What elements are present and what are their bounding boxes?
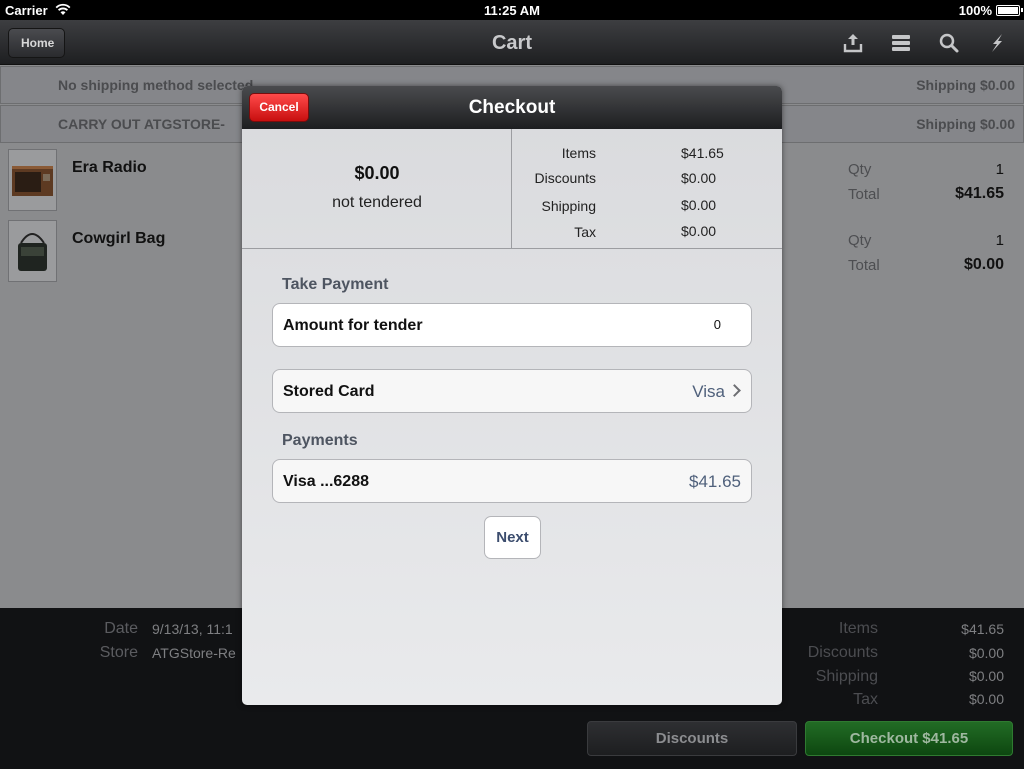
status-time: 11:25 AM (484, 3, 540, 18)
store-value: ATGStore-Re (152, 645, 236, 661)
store-label: Store (99, 644, 138, 661)
carry-out-label: CARRY OUT ATGSTORE- (58, 116, 225, 132)
page-title: Cart (491, 32, 532, 54)
lightning-icon[interactable] (985, 31, 1009, 55)
chevron-right-icon (728, 384, 741, 397)
summary-shipping-label: Shipping (541, 198, 597, 214)
nav-bar: Home Cart (0, 20, 1024, 65)
item-name: Cowgirl Bag (72, 230, 166, 247)
summary-shipping-value: $0.00 (681, 197, 717, 213)
summary-discounts-value: $0.00 (681, 170, 717, 186)
date-label: Date (104, 620, 138, 637)
total-value: $41.65 (955, 185, 1004, 202)
footer-discounts-label: Discounts (807, 644, 878, 661)
amount-for-tender-label: Amount for tender (283, 317, 423, 334)
cowgirl-bag-thumbnail (8, 220, 57, 282)
amount-for-tender-input[interactable]: 0 (714, 317, 721, 332)
payments-heading: Payments (282, 432, 358, 449)
modal-title: Checkout (468, 97, 556, 118)
qty-label: Qty (848, 161, 872, 178)
stored-card-row[interactable]: Stored Card Visa (272, 369, 752, 413)
payment-row[interactable]: Visa ...6288 $41.65 (272, 459, 752, 503)
footer-discounts-value: $0.00 (968, 645, 1004, 661)
carry-out-cost: Shipping $0.00 (916, 116, 1015, 132)
summary-items-value: $41.65 (681, 145, 724, 161)
item-name: Era Radio (72, 159, 147, 176)
tender-status-panel: $0.00 not tendered (242, 129, 512, 249)
era-radio-thumbnail (8, 149, 57, 211)
share-icon[interactable] (841, 31, 865, 55)
list-icon[interactable] (889, 31, 913, 55)
footer-items-value: $41.65 (961, 621, 1004, 637)
stored-card-value: Visa (692, 382, 725, 401)
footer-shipping-label: Shipping (815, 668, 878, 685)
total-value: $0.00 (963, 256, 1004, 273)
date-value: 9/13/13, 11:1 (152, 621, 233, 637)
payment-amount: $41.65 (689, 472, 741, 491)
footer-shipping-value: $0.00 (968, 668, 1004, 684)
qty-value: 1 (995, 232, 1004, 249)
battery-icon (996, 5, 1023, 16)
checkout-modal: Cancel Checkout $0.00 not tendered Items… (242, 86, 782, 705)
shipping-method-label: No shipping method selected (58, 77, 254, 93)
shipping-method-cost: Shipping $0.00 (916, 77, 1015, 93)
take-payment-heading: Take Payment (282, 276, 389, 293)
summary-items-label: Items (561, 145, 596, 161)
tendered-status: not tendered (332, 194, 422, 211)
footer-items-label: Items (838, 620, 878, 637)
status-bar: Carrier 11:25 AM 100% (0, 0, 1024, 20)
summary-tax-value: $0.00 (681, 223, 717, 239)
checkout-button[interactable]: Checkout $41.65 (805, 721, 1013, 756)
stored-card-label: Stored Card (283, 383, 375, 400)
summary-tax-label: Tax (574, 224, 596, 240)
total-label: Total (848, 186, 880, 203)
tendered-amount: $0.00 (354, 163, 400, 183)
checkout-summary: $0.00 not tendered Items $41.65 Discount… (242, 129, 782, 249)
amount-for-tender-field[interactable]: Amount for tender 0 (272, 303, 752, 347)
search-icon[interactable] (937, 31, 961, 55)
total-label: Total (848, 257, 880, 274)
qty-value: 1 (995, 161, 1004, 178)
payment-card-label: Visa ...6288 (283, 473, 369, 490)
modal-header: Cancel Checkout (242, 86, 782, 129)
footer-tax-value: $0.00 (968, 691, 1004, 707)
next-button[interactable]: Next (484, 516, 541, 559)
battery-percentage: 100% (958, 3, 992, 18)
discounts-button[interactable]: Discounts (587, 721, 797, 756)
qty-label: Qty (848, 232, 872, 249)
summary-discounts-label: Discounts (534, 170, 596, 186)
footer-tax-label: Tax (853, 691, 878, 708)
